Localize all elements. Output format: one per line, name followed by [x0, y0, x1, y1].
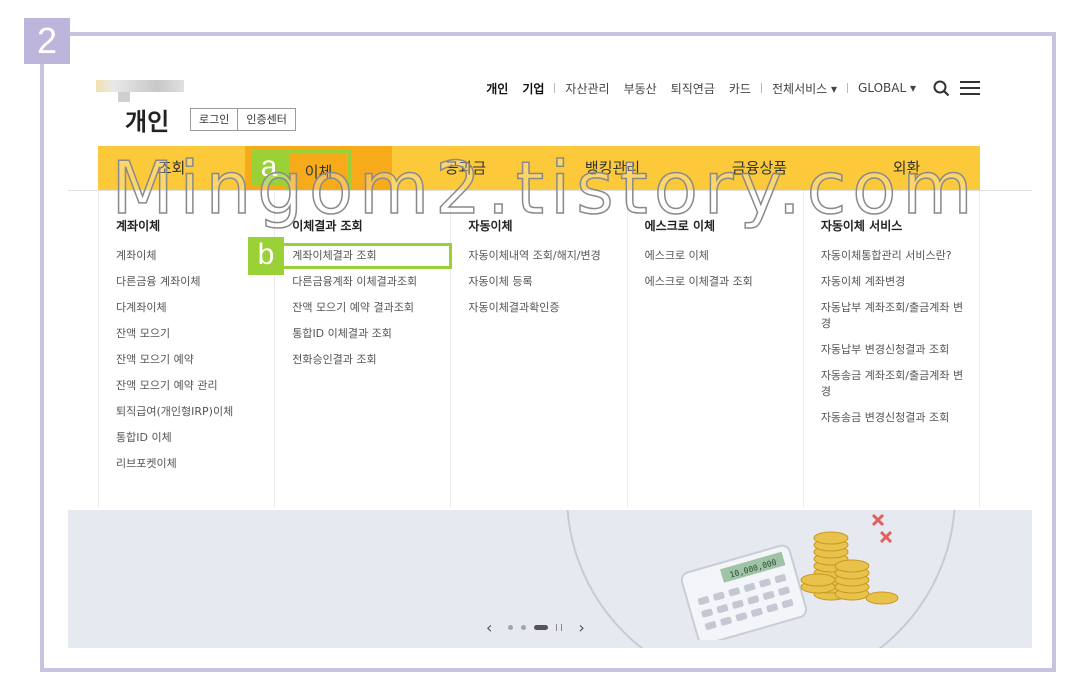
menu-item[interactable]: 잔액 모으기 예약: [116, 352, 274, 368]
login-button[interactable]: 로그인: [191, 109, 237, 130]
menu-item[interactable]: 자동송금 계좌조회/출금계좌 변경: [821, 368, 979, 400]
pager-dot-active[interactable]: [534, 625, 549, 630]
mega-menu: 계좌이체 계좌이체 다른금융 계좌이체 다계좌이체 잔액 모으기 잔액 모으기 …: [98, 191, 981, 508]
page-title: 개인: [125, 108, 170, 136]
menu-column-escrow: 에스크로 이체 에스크로 이체 에스크로 이체결과 조회: [628, 191, 804, 508]
pager-dot[interactable]: [521, 625, 527, 630]
menu-item[interactable]: 자동이체내역 조회/해지/변경: [468, 248, 626, 264]
nav-all-services[interactable]: 전체서비스 ▾: [772, 80, 837, 97]
menu-item[interactable]: 에스크로 이체: [645, 248, 803, 264]
menu-item[interactable]: 잔액 모으기: [116, 326, 274, 342]
nav-global[interactable]: GLOBAL ▾: [858, 81, 916, 95]
menu-column-title: 자동이체 서비스: [820, 219, 903, 233]
menu-item[interactable]: 자동납부 계좌조회/출금계좌 변경: [821, 300, 979, 332]
nav-pension[interactable]: 퇴직연금: [671, 80, 715, 97]
step-number-badge: 2: [24, 18, 70, 64]
gnb-label: 금융상품: [731, 159, 788, 177]
menu-item[interactable]: 퇴직급여(개인형IRP)이체: [116, 404, 274, 420]
header-button-group: 로그인 인증센터: [190, 108, 296, 131]
menu-item[interactable]: 다른금융 계좌이체: [116, 274, 274, 290]
menu-item-transfer-result-inquiry[interactable]: 계좌이체결과 조회: [278, 243, 453, 269]
menu-item[interactable]: 자동이체 계좌변경: [821, 274, 979, 290]
annotation-label-b: b: [248, 237, 284, 275]
blurred-logo: [96, 80, 184, 92]
menu-column-title: 이체결과 조회: [292, 219, 363, 233]
nav-divider: [760, 83, 762, 93]
hamburger-menu-icon[interactable]: [960, 81, 980, 95]
menu-column-title: 계좌이체: [116, 219, 161, 233]
gnb-foreign-exchange[interactable]: 외환: [833, 146, 980, 191]
menu-item[interactable]: 자동이체 등록: [468, 274, 626, 290]
banner-prev-button[interactable]: ‹: [478, 618, 500, 637]
gnb-financial-products[interactable]: 금융상품: [686, 146, 833, 191]
certificate-center-button[interactable]: 인증센터: [237, 109, 294, 130]
gnb-label: 뱅킹관리: [584, 159, 641, 177]
blurred-logo-mark: [118, 92, 130, 102]
menu-item[interactable]: 통합ID 이체: [116, 430, 274, 446]
menu-item[interactable]: 자동송금 변경신청결과 조회: [821, 410, 979, 426]
promo-banner: 10,000,000 ‹ ›: [68, 510, 1032, 648]
gnb-inquiry[interactable]: 조회: [98, 146, 245, 191]
main-nav: 조회 이체 공과금 뱅킹관리 금융상품 외환: [98, 146, 980, 194]
menu-column-auto-transfer: 자동이체 자동이체내역 조회/해지/변경 자동이체 등록 자동이체결과확인증: [451, 191, 628, 508]
nav-card[interactable]: 카드: [729, 80, 751, 97]
gnb-label: 공과금: [444, 159, 487, 177]
nav-divider: [554, 83, 556, 93]
annotation-label-a: a: [251, 150, 287, 186]
menu-item[interactable]: 다계좌이체: [116, 300, 274, 316]
menu-item[interactable]: 리브포켓이체: [116, 456, 274, 472]
search-icon[interactable]: [933, 80, 950, 97]
menu-item[interactable]: 다른금융계좌 이체결과조회: [292, 274, 450, 290]
menu-item[interactable]: 전화승인결과 조회: [292, 352, 450, 368]
gnb-utility-bills[interactable]: 공과금: [392, 146, 539, 191]
nav-divider: [847, 83, 849, 93]
gnb-banking-management[interactable]: 뱅킹관리: [539, 146, 686, 191]
banner-next-button[interactable]: ›: [570, 618, 592, 637]
utility-nav: 개인 기업 자산관리 부동산 퇴직연금 카드 전체서비스 ▾ GLOBAL ▾: [479, 78, 980, 98]
menu-item[interactable]: 자동납부 변경신청결과 조회: [821, 342, 979, 358]
calculator-coins-illustration: 10,000,000: [680, 513, 899, 640]
nav-asset-management[interactable]: 자산관리: [565, 80, 609, 97]
nav-personal[interactable]: 개인: [486, 80, 508, 97]
menu-item[interactable]: 에스크로 이체결과 조회: [645, 274, 803, 290]
menu-item[interactable]: 자동이체통합관리 서비스란?: [821, 248, 979, 264]
menu-column-title: 에스크로 이체: [644, 219, 716, 233]
nav-real-estate[interactable]: 부동산: [624, 80, 657, 97]
banner-pager: ‹ ›: [478, 618, 593, 637]
gnb-label: 조회: [157, 159, 186, 177]
pause-icon[interactable]: [556, 624, 563, 631]
menu-column-auto-transfer-service: 자동이체 서비스 자동이체통합관리 서비스란? 자동이체 계좌변경 자동납부 계…: [804, 191, 981, 508]
gnb-label: 이체: [285, 150, 352, 194]
menu-column-transfer-result: 이체결과 조회 계좌이체결과 조회 다른금융계좌 이체결과조회 잔액 모으기 예…: [275, 191, 453, 508]
menu-item[interactable]: 잔액 모으기 예약 결과조회: [292, 300, 450, 316]
menu-item[interactable]: 잔액 모으기 예약 관리: [116, 378, 274, 394]
menu-item[interactable]: 자동이체결과확인증: [468, 300, 626, 316]
menu-column-title: 자동이체: [468, 219, 513, 233]
nav-corporate[interactable]: 기업: [522, 80, 544, 97]
menu-item[interactable]: 통합ID 이체결과 조회: [292, 326, 450, 342]
gnb-label: 외환: [892, 159, 921, 177]
pager-dot[interactable]: [508, 625, 514, 630]
